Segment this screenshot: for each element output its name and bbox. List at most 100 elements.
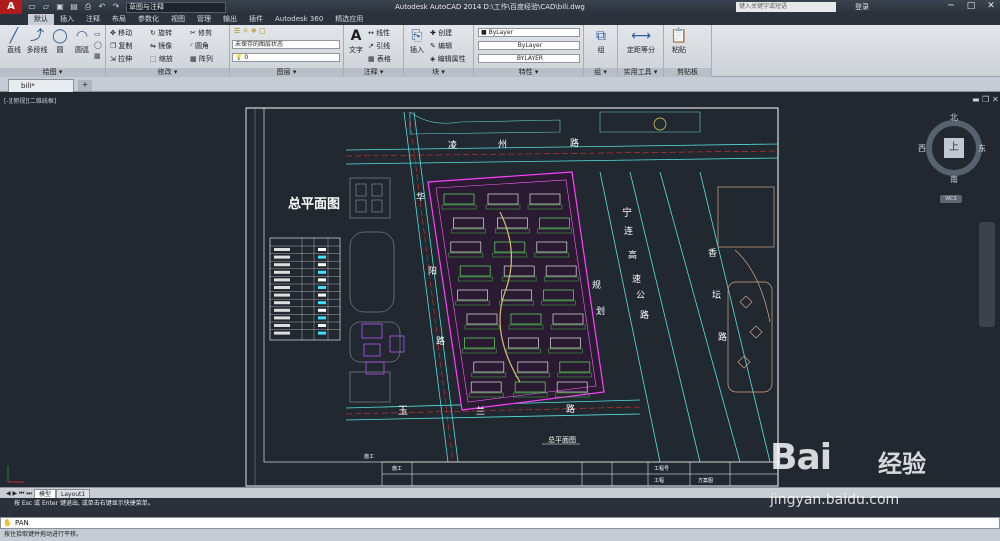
legend-text-block	[274, 293, 290, 297]
redo-icon[interactable]: ↷	[110, 2, 122, 12]
legend-text-block	[274, 255, 290, 259]
utilities-panel-title[interactable]: 实用工具 ▾	[618, 68, 663, 77]
circle-icon: ◯	[52, 28, 68, 44]
road-label: 路	[640, 309, 649, 321]
compass-east[interactable]: 东	[978, 143, 986, 154]
leader-button[interactable]: ↗ 引线	[368, 41, 390, 51]
array-button[interactable]: ▦ 阵列	[190, 54, 213, 64]
legend-text-block	[274, 263, 290, 267]
line-button[interactable]: ╱ 直线	[3, 27, 25, 55]
trim-button[interactable]: ✂ 修剪	[190, 28, 212, 38]
tab-default[interactable]: 默认	[28, 14, 54, 25]
road-label: 凌	[448, 139, 457, 151]
measure-icon: ⟷	[631, 28, 652, 44]
layers-panel-title[interactable]: 图层 ▾	[230, 68, 343, 77]
group-button[interactable]: ⧉ 组	[590, 27, 612, 55]
rotate-button[interactable]: ↻ 旋转	[150, 28, 172, 38]
text-button[interactable]: A 文字	[346, 27, 366, 55]
block-panel-title[interactable]: 块 ▾	[404, 68, 473, 77]
paste-button[interactable]: 📋 粘贴	[668, 27, 690, 55]
tab-layout[interactable]: 布局	[106, 14, 132, 25]
compass-south[interactable]: 南	[950, 174, 958, 185]
draw-panel-title[interactable]: 绘图 ▾	[0, 68, 105, 77]
edit-attributes-button[interactable]: ◈ 编辑属性	[430, 54, 466, 64]
layer-properties-icon[interactable]: ☰ ☼ ❄ ▢	[234, 27, 266, 35]
scale-button[interactable]: ⬚ 缩放	[150, 54, 173, 64]
login-button[interactable]: 登录	[855, 2, 869, 12]
tab-bili[interactable]: bili*	[8, 79, 74, 92]
search-input[interactable]: 键入关键字或短语	[736, 2, 836, 12]
compass-north[interactable]: 北	[950, 112, 958, 123]
paste-icon: 📋	[670, 28, 688, 44]
close-button[interactable]: ✕	[984, 1, 998, 12]
mirror-button[interactable]: ⇋ 镜像	[150, 41, 172, 51]
save-icon[interactable]: ▣	[54, 2, 66, 12]
stretch-button[interactable]: ⇲ 拉伸	[110, 54, 132, 64]
open-icon[interactable]: ▱	[40, 2, 52, 12]
move-button[interactable]: ✥ 移动	[110, 28, 132, 38]
draw-extra-icons[interactable]: ▭ ◯ ▦	[94, 29, 102, 62]
legend-swatch	[318, 263, 326, 267]
maximize-button[interactable]: □	[964, 1, 978, 12]
ribbon-tabs: 默认 插入 注释 布局 参数化 视图 管理 输出 插件 Autodesk 360…	[0, 14, 1000, 25]
tab-output[interactable]: 输出	[217, 14, 243, 25]
lineweight-select[interactable]: BYLAYER	[478, 54, 580, 63]
annotation-panel-title[interactable]: 注释 ▾	[344, 68, 403, 77]
tab-manage[interactable]: 管理	[191, 14, 217, 25]
insert-button[interactable]: ⎘ 插入	[406, 27, 428, 55]
current-layer-select[interactable]: 💡 0	[232, 53, 340, 62]
app-menu-button[interactable]: A	[0, 0, 22, 14]
drawing-canvas[interactable]: [-][俯视][二维线框] ▬ ❐ ✕ 凌 州 路 宁 连 高 速 公 路 香 …	[0, 92, 1000, 487]
properties-panel: ■ ByLayer ByLayer BYLAYER 特性 ▾	[474, 25, 584, 77]
saveas-icon[interactable]: ▤	[68, 2, 80, 12]
tab-autodesk360[interactable]: Autodesk 360	[269, 14, 329, 25]
minimize-button[interactable]: ─	[944, 1, 958, 12]
titleblock-cell: 施工	[392, 465, 402, 472]
arc-button[interactable]: ◠ 圆弧	[72, 27, 92, 55]
road-label: 坛	[712, 290, 721, 301]
viewcube[interactable]: 上 北 南 东 西	[918, 112, 990, 185]
undo-icon[interactable]: ↶	[96, 2, 108, 12]
new-icon[interactable]: ▭	[26, 2, 38, 12]
tab-view[interactable]: 视图	[165, 14, 191, 25]
linear-dim-button[interactable]: ↔ 线性	[368, 28, 390, 38]
clipboard-panel-title[interactable]: 剪贴板	[664, 68, 711, 77]
properties-panel-title[interactable]: 特性 ▾	[474, 68, 583, 77]
groups-panel-title[interactable]: 组 ▾	[584, 68, 617, 77]
tab-plugins[interactable]: 插件	[243, 14, 269, 25]
dimension-icon: ↔	[368, 29, 377, 37]
legend-swatch	[318, 301, 326, 305]
legend-swatch	[318, 255, 326, 259]
command-input[interactable]: PAN	[15, 519, 29, 527]
edit-block-button[interactable]: ✎ 编辑	[430, 41, 452, 51]
tab-featured-apps[interactable]: 精选应用	[329, 14, 369, 25]
tab-insert[interactable]: 插入	[54, 14, 80, 25]
color-swatch-icon: ■	[481, 29, 489, 36]
table-button[interactable]: ▦ 表格	[368, 54, 391, 64]
road-label: 华	[416, 191, 425, 203]
copy-button[interactable]: ❐ 复制	[110, 41, 133, 51]
stretch-icon: ⇲	[110, 55, 119, 63]
fillet-button[interactable]: ◜ 圆角	[190, 41, 209, 51]
legend-text-block	[274, 270, 290, 274]
layout-nav-arrows[interactable]: ◀ ▶ ⏮ ⏭	[2, 489, 36, 498]
new-tab-button[interactable]: +	[78, 80, 92, 91]
compass-west[interactable]: 西	[918, 143, 926, 154]
polyline-button[interactable]: ⤴ 多段线	[26, 27, 48, 55]
workspace-select[interactable]: 草图与注释	[126, 1, 226, 13]
print-icon[interactable]: ⎙	[82, 2, 94, 12]
create-block-button[interactable]: ✚ 创建	[430, 28, 452, 38]
navigation-bar[interactable]	[979, 222, 995, 327]
modify-panel-title[interactable]: 修改 ▾	[106, 68, 229, 77]
measure-button[interactable]: ⟷ 定距等分	[622, 27, 660, 55]
tab-annotate[interactable]: 注释	[80, 14, 106, 25]
linetype-select[interactable]: ByLayer	[478, 41, 580, 50]
construction-label: 施工	[364, 453, 374, 460]
color-select[interactable]: ■ ByLayer	[478, 28, 580, 37]
circle-button[interactable]: ◯ 圆	[50, 27, 70, 55]
tab-parametric[interactable]: 参数化	[132, 14, 165, 25]
wcs-menu[interactable]: WCS	[940, 195, 962, 203]
viewcube-top-face[interactable]: 上	[944, 138, 964, 158]
legend-text-block	[274, 286, 290, 289]
layer-state-select[interactable]: 未保存的图层状态	[232, 40, 340, 49]
